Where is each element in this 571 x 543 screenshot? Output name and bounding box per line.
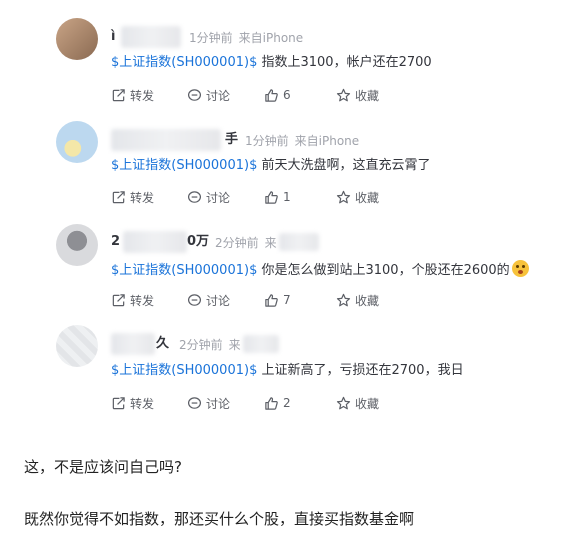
timestamp: 1分钟前: [189, 30, 233, 45]
stock-link[interactable]: $上证指数(SH000001)$: [111, 158, 257, 173]
paragraph: 既然你觉得不如指数，那还买什么个股，直接买指数基金啊: [24, 510, 415, 528]
avatar[interactable]: [56, 18, 98, 60]
discuss-label: 讨论: [206, 396, 231, 411]
timestamp: 2分钟前: [215, 235, 259, 250]
share-icon: [112, 190, 125, 203]
comment-meta: 手 1分钟前 来自iPhone: [111, 129, 360, 151]
timestamp: 2分钟前: [179, 337, 223, 352]
like-count: 2: [283, 396, 291, 410]
stock-link[interactable]: $上证指数(SH000001)$: [111, 55, 257, 70]
source: 来: [228, 337, 241, 352]
flushed-face-icon: [511, 260, 529, 277]
share-button[interactable]: 转发: [111, 87, 187, 104]
favorite-label: 收藏: [355, 190, 380, 205]
discuss-button[interactable]: 讨论: [187, 292, 264, 309]
timestamp: 1分钟前: [245, 133, 289, 148]
share-button[interactable]: 转发: [111, 189, 187, 206]
comment-icon: [187, 88, 202, 101]
favorite-button[interactable]: 收藏: [336, 87, 379, 104]
comment-meta: ì 1分钟前 来自iPhone: [111, 26, 304, 48]
like-count: 6: [283, 88, 291, 102]
source: 来自iPhone: [294, 133, 360, 148]
source: 来自iPhone: [238, 30, 304, 45]
thumbs-up-icon: [265, 293, 278, 307]
thumbs-up-icon: [265, 190, 278, 204]
share-label: 转发: [130, 396, 155, 411]
comment-text: $上证指数(SH000001)$ 上证新高了，亏损还在2700，我日: [111, 362, 464, 380]
discuss-button[interactable]: 讨论: [187, 395, 264, 412]
avatar[interactable]: [56, 325, 98, 367]
comment-meta: 2 0万 2分钟前 来: [111, 231, 319, 253]
avatar[interactable]: [56, 121, 98, 163]
blurred-username: [111, 129, 221, 151]
like-button[interactable]: 2: [264, 396, 336, 411]
source: 来: [264, 235, 277, 250]
stock-link[interactable]: $上证指数(SH000001)$: [111, 363, 257, 378]
comment-text: $上证指数(SH000001)$ 前天大洗盘啊，这直充云霄了: [111, 157, 431, 175]
star-icon: [336, 293, 351, 306]
comment-content: 指数上3100，帐户还在2700: [261, 55, 432, 70]
comment-content: 上证新高了，亏损还在2700，我日: [261, 363, 464, 378]
comment-icon: [187, 293, 202, 306]
comment-content: 你是怎么做到站上3100，个股还在2600的: [261, 263, 510, 278]
username[interactable]: 2 0万: [111, 231, 209, 253]
like-button[interactable]: 1: [264, 190, 336, 205]
comment-text: $上证指数(SH000001)$ 你是怎么做到站上3100，个股还在2600的: [111, 260, 529, 280]
thumbs-up-icon: [265, 396, 278, 410]
share-icon: [112, 88, 125, 101]
discuss-label: 讨论: [206, 88, 231, 103]
comment-actions: 转发 讨论 1 收藏: [111, 188, 379, 206]
blurred-username: [121, 26, 181, 48]
favorite-button[interactable]: 收藏: [336, 395, 379, 412]
comment-icon: [187, 190, 202, 203]
blurred-source: [242, 335, 279, 353]
avatar[interactable]: [56, 224, 98, 266]
comment-text: $上证指数(SH000001)$ 指数上3100，帐户还在2700: [111, 54, 432, 72]
thumbs-up-icon: [265, 88, 278, 102]
star-icon: [336, 396, 351, 409]
share-icon: [112, 396, 125, 409]
username[interactable]: ì: [111, 26, 183, 48]
discuss-button[interactable]: 讨论: [187, 87, 264, 104]
share-button[interactable]: 转发: [111, 395, 187, 412]
like-count: 1: [283, 190, 291, 204]
like-count: 7: [283, 293, 291, 307]
comment-actions: 转发 讨论 7 收藏: [111, 291, 379, 309]
share-label: 转发: [130, 293, 155, 308]
blurred-source: [278, 233, 319, 251]
share-button[interactable]: 转发: [111, 292, 187, 309]
paragraph: 这，不是应该问自己吗?: [24, 458, 182, 476]
discuss-label: 讨论: [206, 190, 231, 205]
favorite-label: 收藏: [355, 396, 380, 411]
discuss-button[interactable]: 讨论: [187, 189, 264, 206]
comment-icon: [187, 396, 202, 409]
share-icon: [112, 293, 125, 306]
comment-actions: 转发 讨论 2 收藏: [111, 394, 379, 412]
discuss-label: 讨论: [206, 293, 231, 308]
comment-actions: 转发 讨论 6 收藏: [111, 86, 379, 104]
like-button[interactable]: 6: [264, 88, 336, 103]
stock-link[interactable]: $上证指数(SH000001)$: [111, 263, 257, 278]
favorite-label: 收藏: [355, 88, 380, 103]
star-icon: [336, 88, 351, 101]
username[interactable]: 手: [111, 129, 239, 151]
favorite-button[interactable]: 收藏: [336, 189, 379, 206]
comment-content: 前天大洗盘啊，这直充云霄了: [261, 158, 431, 173]
blurred-username: [123, 231, 187, 253]
username[interactable]: 久: [111, 333, 173, 355]
comment-meta: 久 2分钟前 来: [111, 333, 279, 355]
share-label: 转发: [130, 190, 155, 205]
favorite-button[interactable]: 收藏: [336, 292, 379, 309]
like-button[interactable]: 7: [264, 293, 336, 308]
star-icon: [336, 190, 351, 203]
blurred-username: [111, 333, 155, 355]
favorite-label: 收藏: [355, 293, 380, 308]
share-label: 转发: [130, 88, 155, 103]
